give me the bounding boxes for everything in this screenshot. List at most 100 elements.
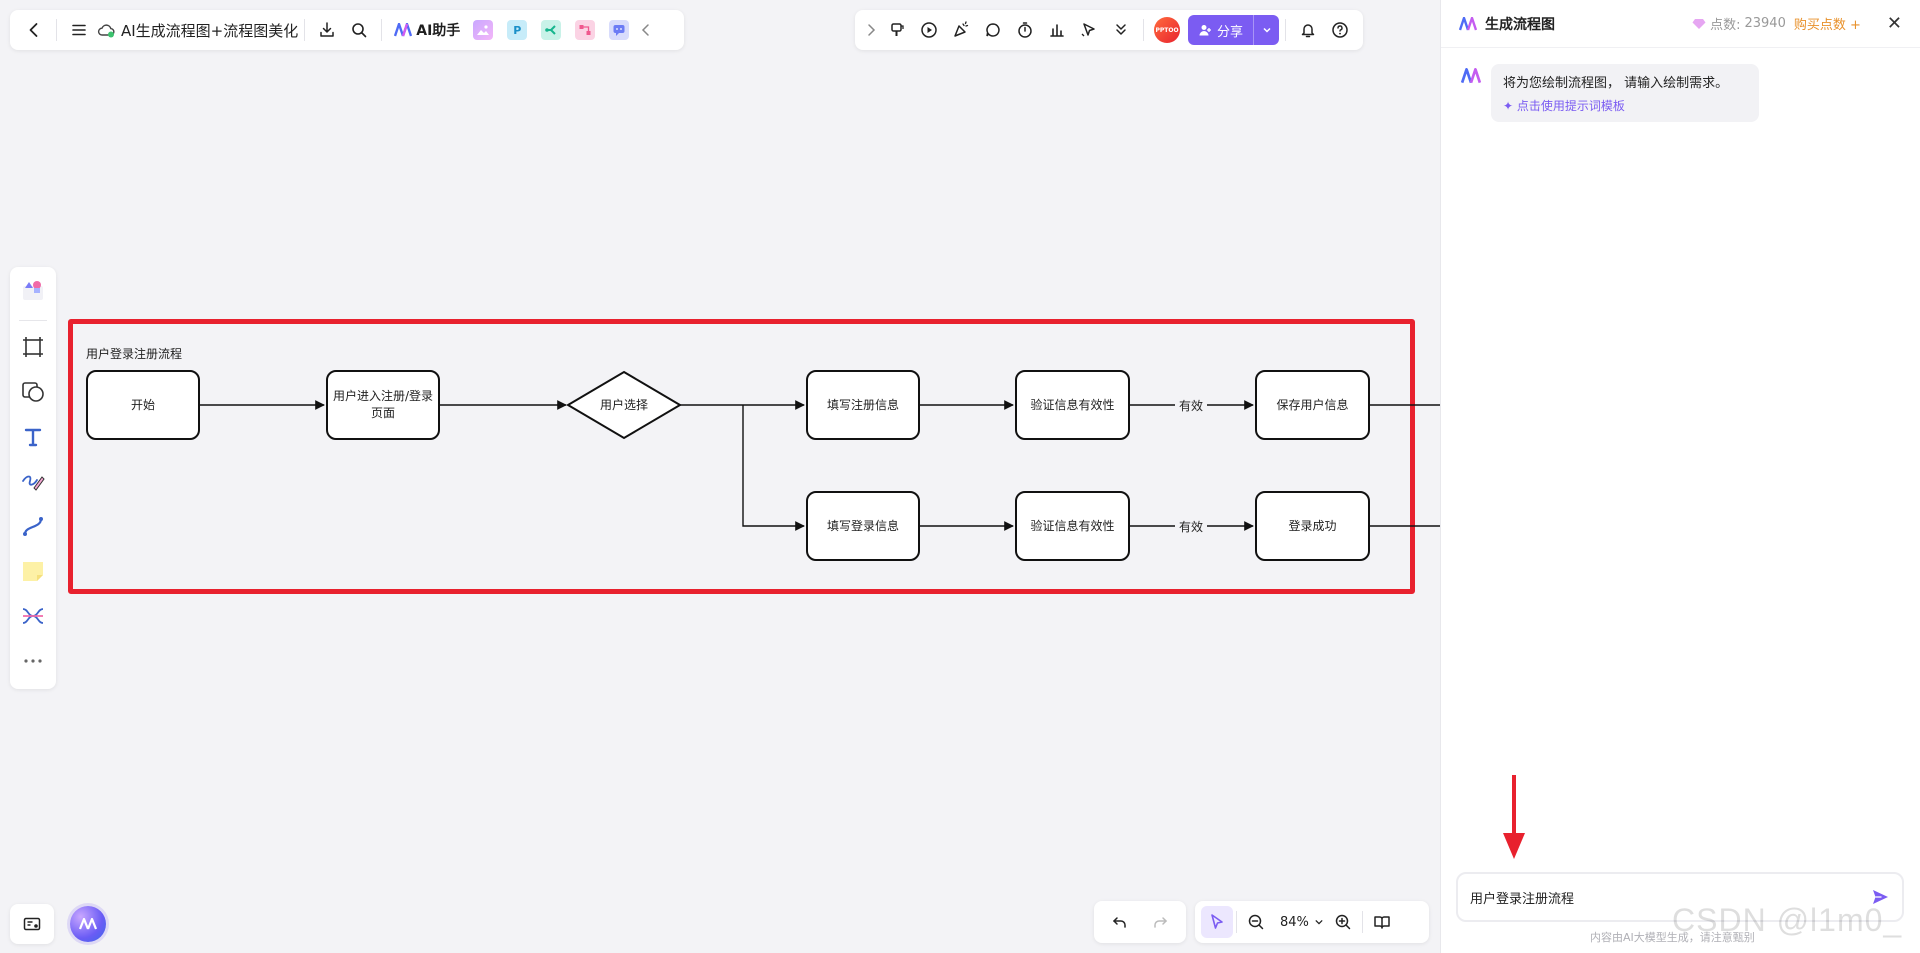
tool-palette: [10, 267, 56, 689]
more-tools-icon[interactable]: [15, 644, 51, 677]
node-fill-login[interactable]: 填写登录信息: [806, 491, 920, 561]
points-label: 点数:: [1710, 18, 1741, 33]
play-icon[interactable]: [913, 14, 945, 46]
divider: [1143, 19, 1144, 41]
laser-pointer-icon[interactable]: [1073, 14, 1105, 46]
node-login-success[interactable]: 登录成功: [1255, 491, 1370, 561]
watermark: CSDN @l1m0_: [1672, 902, 1903, 938]
chat-app-icon[interactable]: [609, 20, 630, 40]
panel-title: 生成流程图: [1485, 16, 1555, 33]
chevron-down-icon: [1262, 27, 1271, 33]
avatar-label: PPTOO: [1155, 26, 1179, 34]
select-cursor-icon[interactable]: [1201, 906, 1233, 938]
redo-icon[interactable]: [1144, 906, 1176, 938]
whiteboard-canvas[interactable]: AI生成流程图+流程图美化 AI助手 P PPTOO 分享 用户登录注册流程 开…: [0, 0, 1440, 953]
image-app-icon[interactable]: [473, 20, 494, 40]
zoom-out-icon[interactable]: [1240, 906, 1272, 938]
node-start[interactable]: 开始: [86, 370, 200, 440]
ppt-app-icon[interactable]: P: [507, 20, 528, 40]
divider: [304, 19, 306, 41]
zoom-level[interactable]: 84%: [1280, 915, 1309, 930]
node-validate-register[interactable]: 验证信息有效性: [1015, 370, 1130, 440]
points-value: 23940: [1744, 16, 1786, 31]
search-icon[interactable]: [343, 14, 375, 46]
undo-redo-bar: [1094, 901, 1186, 943]
node-label: 开始: [130, 397, 155, 412]
ai-assistant-label: AI助手: [416, 23, 461, 39]
divider: [1361, 911, 1363, 933]
divider: [19, 319, 47, 321]
template-link-label: 点击使用提示词模板: [1516, 99, 1625, 113]
mindmap-tool-icon[interactable]: [15, 599, 51, 632]
undo-icon[interactable]: [1104, 906, 1136, 938]
divider: [1285, 19, 1287, 41]
share-label: 分享: [1217, 24, 1244, 40]
bell-icon[interactable]: [1292, 14, 1324, 46]
top-right-toolbar: PPTOO 分享: [855, 10, 1363, 50]
node-label: 登录成功: [1288, 518, 1337, 533]
pen-tool-icon[interactable]: [15, 465, 51, 498]
connector-tool-icon[interactable]: [15, 510, 51, 543]
annotation-arrow-icon: [1503, 775, 1525, 859]
share-dropdown-toggle[interactable]: [1253, 15, 1279, 45]
more-down-icon[interactable]: [1105, 14, 1137, 46]
flowchart-title[interactable]: 用户登录注册流程: [86, 345, 182, 362]
node-save-user[interactable]: 保存用户信息: [1255, 370, 1370, 440]
template-shapes-icon[interactable]: [15, 275, 51, 308]
zoom-in-icon[interactable]: [1327, 906, 1359, 938]
format-painter-icon[interactable]: [881, 14, 913, 46]
buy-points-link[interactable]: 购买点数 +: [1794, 14, 1861, 33]
frame-tool-icon[interactable]: [15, 331, 51, 364]
menu-icon[interactable]: [63, 14, 95, 46]
top-left-toolbar: AI生成流程图+流程图美化 AI助手 P: [10, 10, 684, 50]
ai-logo-icon: [79, 918, 97, 930]
ai-assistant-fab[interactable]: [70, 906, 106, 942]
chevron-down-icon[interactable]: [1311, 906, 1327, 938]
ai-logo-icon: [1459, 16, 1477, 30]
edge-label-valid[interactable]: 有效: [1175, 518, 1208, 535]
ai-logo-icon: [394, 23, 413, 37]
expand-right-icon[interactable]: [861, 14, 881, 46]
timer-icon[interactable]: [1009, 14, 1041, 46]
node-label: 填写注册信息: [826, 397, 899, 412]
book-guide-icon[interactable]: [1366, 906, 1398, 938]
sparkle-icon: ✦: [1503, 99, 1514, 113]
message-bubble: 将为您绘制流程图， 请输入绘制需求。 ✦ 点击使用提示词模板: [1491, 64, 1759, 122]
node-fill-register[interactable]: 填写注册信息: [806, 370, 920, 440]
celebrate-icon[interactable]: [945, 14, 977, 46]
shape-tool-icon[interactable]: [15, 375, 51, 408]
ai-assistant-button[interactable]: AI助手: [388, 20, 466, 40]
divider: [381, 19, 383, 41]
plus-icon: +: [1850, 18, 1861, 33]
node-user-choice[interactable]: 用户选择: [584, 396, 664, 413]
close-icon[interactable]: ✕: [1887, 13, 1902, 34]
node-label: 验证信息有效性: [1030, 518, 1115, 533]
node-enter-page[interactable]: 用户进入注册/登录页面: [326, 370, 440, 440]
divider: [1236, 911, 1237, 933]
node-validate-login[interactable]: 验证信息有效性: [1015, 491, 1130, 561]
flow-app-icon[interactable]: [575, 20, 596, 40]
comment-icon[interactable]: [977, 14, 1009, 46]
document-title[interactable]: AI生成流程图+流程图美化: [121, 20, 298, 41]
share-button[interactable]: 分享: [1188, 15, 1253, 45]
divider: [56, 19, 57, 41]
mindmap-app-icon[interactable]: [541, 20, 562, 40]
edge-label-valid[interactable]: 有效: [1175, 397, 1208, 414]
vote-chart-icon[interactable]: [1041, 14, 1073, 46]
map-pin-icon: [23, 917, 41, 931]
back-icon[interactable]: [18, 14, 50, 46]
buy-points-label: 购买点数: [1793, 18, 1846, 33]
minimap-toggle[interactable]: [10, 904, 54, 944]
download-icon[interactable]: [311, 14, 343, 46]
template-link[interactable]: ✦ 点击使用提示词模板: [1503, 97, 1747, 114]
avatar[interactable]: PPTOO: [1154, 17, 1180, 43]
cloud-saved-icon: [95, 14, 117, 46]
text-tool-icon[interactable]: [15, 420, 51, 453]
collapse-left-icon[interactable]: [636, 14, 656, 46]
node-label: 用户选择: [599, 398, 648, 412]
sticky-note-icon[interactable]: [15, 555, 51, 588]
panel-header: 生成流程图 点数: 23940 购买点数 + ✕: [1441, 0, 1920, 48]
node-label: 验证信息有效性: [1030, 397, 1115, 412]
highlight-frame: [68, 319, 1415, 594]
help-icon[interactable]: [1324, 14, 1356, 46]
